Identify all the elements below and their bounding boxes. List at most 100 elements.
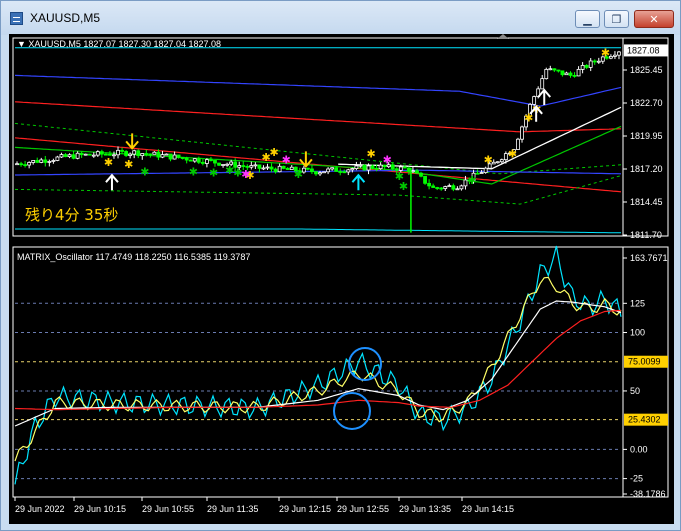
candle-body	[483, 167, 488, 173]
candle-body	[116, 149, 120, 156]
candle-body	[580, 65, 585, 70]
chart-window: XAUUSD,M5 ▁ ❐ ✕ ▼ XAUUSD,M5 1827.07 1827…	[0, 0, 681, 531]
candle-body	[257, 164, 262, 169]
oscillator-series-line	[14, 245, 622, 485]
candle-body	[459, 185, 464, 190]
candle-body	[148, 153, 153, 156]
candle-body	[209, 159, 213, 162]
candle-body	[176, 154, 181, 158]
oscillator-highlight-label: 25.4302	[628, 415, 661, 425]
candle-body	[71, 154, 76, 159]
oscillator-lines	[14, 245, 622, 485]
band-mid-white	[338, 106, 622, 170]
candle-body	[613, 54, 617, 57]
candle-body	[560, 70, 565, 76]
candle-body	[572, 75, 577, 77]
candle-body	[160, 154, 165, 158]
candle-body	[172, 154, 177, 160]
close-icon: ✕	[649, 12, 659, 26]
oscillator-axis-label: 100	[630, 328, 645, 338]
maximize-button[interactable]: ❐	[604, 10, 629, 28]
time-axis-label: 29 Jun 2022	[15, 504, 65, 514]
minimize-button[interactable]: ▁	[575, 10, 600, 28]
star-signal-icon: ✱	[104, 156, 113, 169]
candle-body	[310, 168, 314, 173]
candle-body	[362, 164, 367, 171]
band-lower-dashed	[14, 175, 622, 205]
star-signal-icon: ✱	[508, 147, 517, 160]
candle-body	[221, 164, 225, 166]
candle-body	[261, 167, 266, 170]
star-signal-icon: ✱	[140, 165, 149, 178]
candle-body	[596, 60, 601, 63]
star-signal-icon: ✱	[468, 174, 477, 187]
candle-body	[411, 170, 415, 173]
candle-body	[27, 162, 32, 166]
star-signal-icon: ✱	[282, 153, 291, 166]
candle-body	[427, 182, 432, 187]
candle-body	[99, 151, 104, 155]
candle-body	[277, 165, 282, 173]
candle-body	[63, 154, 68, 158]
candle-body	[415, 170, 419, 174]
price-axis: 1825.45 1822.70 1819.95 1817.20 1814.45 1811.…	[623, 44, 668, 240]
title-bar[interactable]: XAUUSD,M5 ▁ ❐ ✕	[1, 1, 680, 35]
window-title: XAUUSD,M5	[30, 11, 101, 25]
candle-body	[273, 168, 278, 173]
candle-body	[51, 160, 56, 162]
candle-body	[443, 186, 448, 189]
arrow-up-signal-icon	[105, 173, 119, 191]
chart-canvas[interactable]: ▼ XAUUSD,M5 1827.07 1827.30 1827.04 1827…	[9, 34, 674, 524]
candle-body	[592, 60, 597, 63]
star-signal-icon: ✱	[601, 47, 610, 60]
current-price-label: 1827.08	[627, 45, 660, 55]
candle-body	[124, 151, 128, 156]
candle-body	[447, 185, 452, 188]
candle-body	[455, 188, 460, 191]
candle-body	[370, 165, 375, 169]
candle-body	[406, 167, 411, 172]
time-axis-label: 29 Jun 12:55	[337, 504, 389, 514]
candle-body	[265, 166, 270, 169]
oscillator-series-line	[14, 276, 622, 462]
candle-body	[281, 165, 286, 169]
star-signal-icon: ✱	[383, 153, 392, 166]
oscillator-axis: 163.7671 125 100 50 0.00 -25 -38.1786 75.0099 25…	[623, 253, 668, 499]
star-signal-icon: ✱	[484, 153, 493, 166]
candle-body	[576, 68, 581, 77]
oscillator-highlight-label: 75.0099	[628, 357, 661, 367]
candle-body	[19, 163, 23, 166]
candle-body	[431, 185, 436, 188]
candle-body	[548, 68, 553, 71]
time-axis-label: 29 Jun 12:15	[279, 504, 331, 514]
oscillator-axis-label: 50	[630, 386, 640, 396]
candle-body	[540, 78, 545, 90]
candle-body	[168, 153, 173, 160]
candle-body	[346, 169, 351, 173]
candle-body	[378, 164, 383, 170]
candle-body	[164, 153, 169, 156]
candle-body	[152, 151, 157, 155]
maximize-icon: ❐	[611, 12, 622, 26]
candle-body	[79, 152, 84, 156]
candle-body	[35, 160, 40, 163]
annotation-circle-lower	[333, 392, 371, 430]
candle-body	[67, 154, 72, 158]
candle-body	[39, 159, 44, 163]
oscillator-axis-label: 0.00	[630, 444, 648, 454]
bar-timer: 残り4分 35秒	[25, 206, 118, 224]
star-signal-icon: ✱	[124, 158, 133, 171]
candle-body	[495, 161, 500, 164]
chart-shift-marker-icon[interactable]	[497, 34, 509, 39]
candle-body	[338, 171, 343, 173]
chart-window-icon	[10, 12, 23, 25]
close-button[interactable]: ✕	[634, 10, 674, 28]
candle-body	[318, 172, 322, 175]
candle-body	[87, 153, 92, 156]
candle-body	[451, 185, 456, 190]
price-axis-label: 1822.70	[630, 98, 663, 108]
candle-body	[120, 149, 124, 152]
candle-body	[479, 172, 484, 174]
candle-body	[253, 164, 258, 167]
candle-body	[552, 68, 557, 71]
